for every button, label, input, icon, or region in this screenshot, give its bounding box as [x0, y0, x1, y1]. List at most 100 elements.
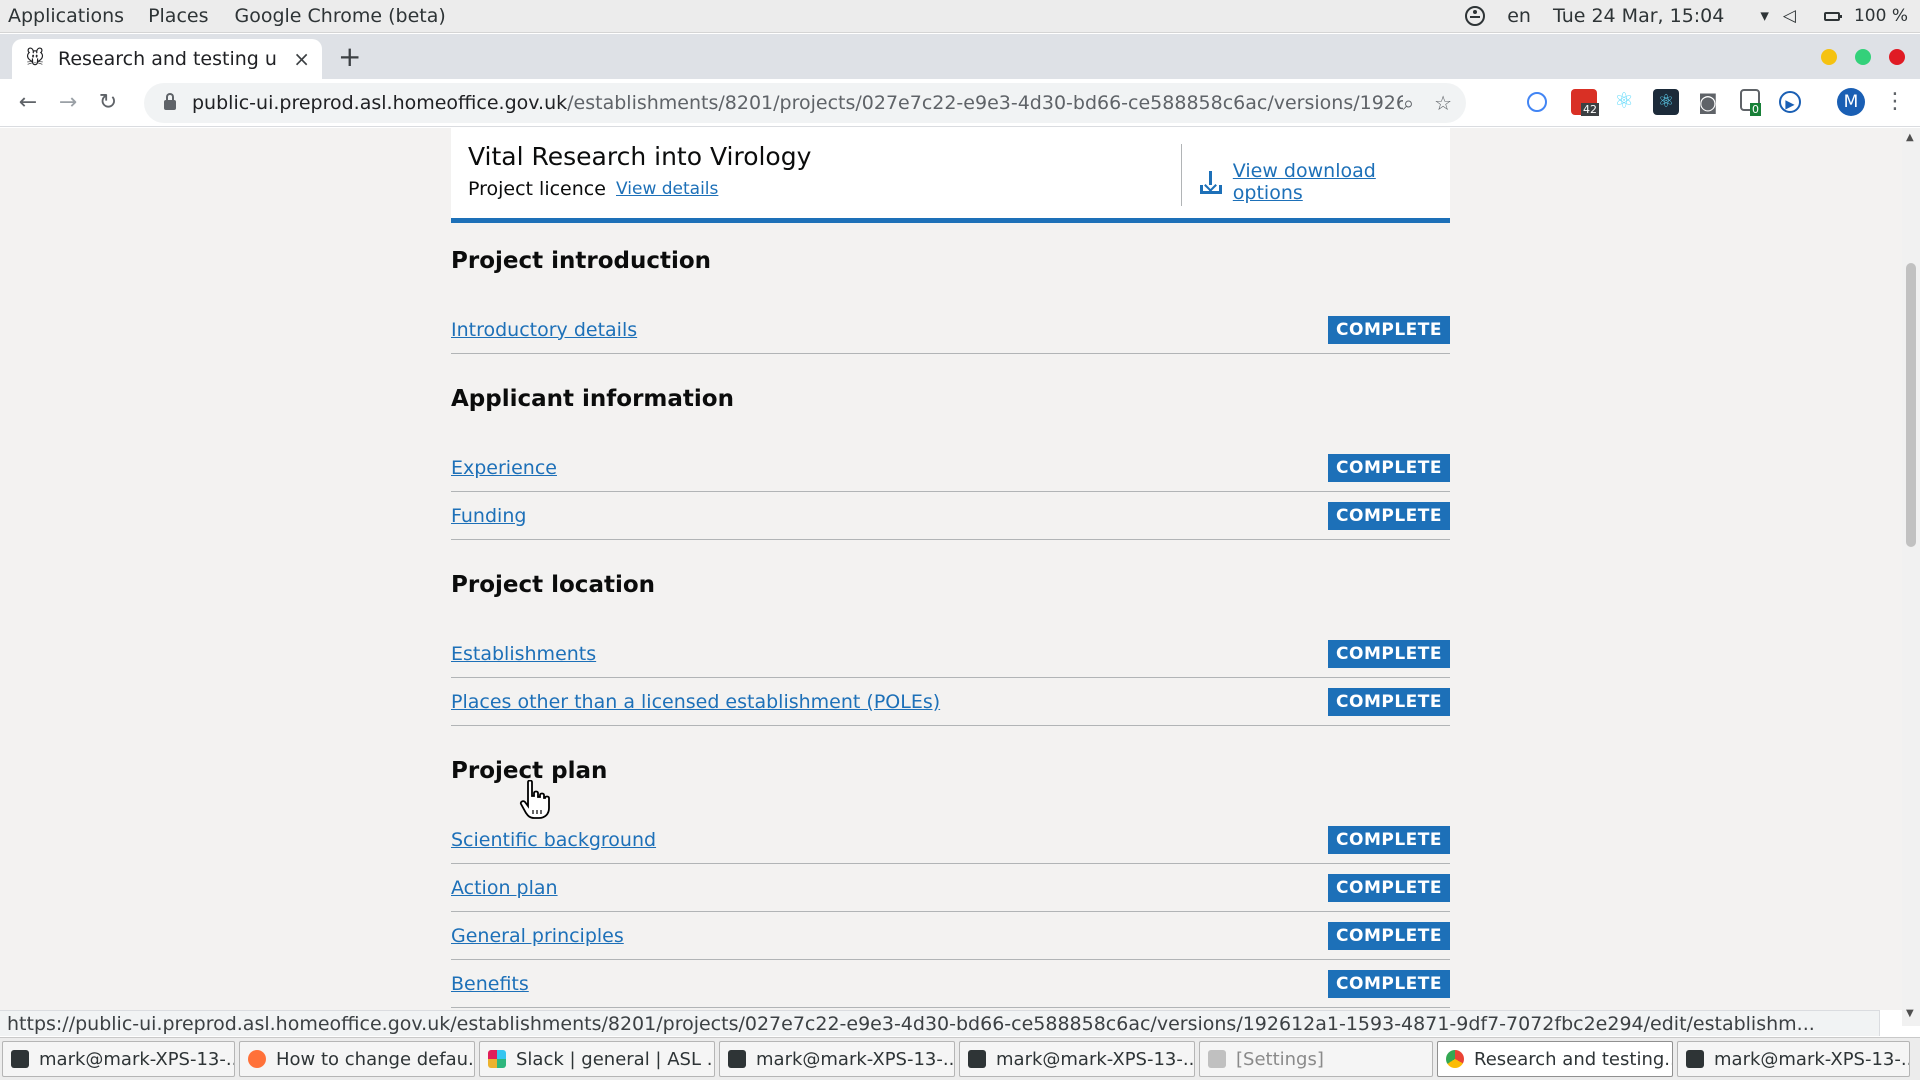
taskbar-item-label: mark@mark-XPS-13-... [756, 1048, 955, 1070]
taskbar-item-label: mark@mark-XPS-13-... [996, 1048, 1195, 1070]
section-title: Applicant information [451, 386, 734, 412]
page-scrollbar[interactable]: ▲ ▼ [1902, 128, 1920, 1026]
wifi-icon: ▾ [1760, 6, 1769, 26]
accessibility-icon[interactable] [1465, 6, 1486, 26]
taskbar-item-label: Research and testing... [1474, 1048, 1673, 1070]
view-download-options-label: View download options [1232, 160, 1376, 204]
list-item: Funding COMPLETE [451, 492, 1450, 540]
taskbar-item-terminal[interactable]: mark@mark-XPS-13-... [1677, 1041, 1910, 1077]
taskbar-item-settings[interactable]: [Settings] [1199, 1041, 1433, 1077]
new-tab-button[interactable]: + [338, 42, 361, 72]
address-bar[interactable]: public-ui.preprod.asl.homeoffice.gov.uk/… [144, 83, 1466, 123]
section-title: Project introduction [451, 248, 712, 274]
taskbar-item-chrome[interactable]: Research and testing... [1437, 1041, 1673, 1077]
url-host: public-ui.preprod.asl.homeoffice.gov.uk [192, 92, 568, 114]
system-status-area[interactable]: ▾ ◁ 100 % [1746, 6, 1908, 26]
hand-pointer-icon [519, 780, 550, 819]
scroll-down-arrow-icon[interactable]: ▼ [1906, 1008, 1914, 1019]
view-download-options-link[interactable]: View download options [1199, 160, 1450, 204]
scroll-up-arrow-icon[interactable]: ▲ [1906, 132, 1914, 143]
section-project-location: Project location Establishments COMPLETE… [451, 564, 1450, 726]
react-devtools-icon[interactable]: ⚛ [1611, 89, 1637, 115]
header-divider [1181, 144, 1182, 206]
bookmark-star-icon[interactable]: ☆ [1434, 91, 1452, 115]
action-plan-link[interactable]: Action plan [451, 877, 558, 899]
minimize-window-button[interactable] [1821, 49, 1837, 65]
status-badge: COMPLETE [1328, 501, 1450, 530]
taskbar-item-slack[interactable]: Slack | general | ASL ... [479, 1041, 715, 1077]
scientific-background-link[interactable]: Scientific background [451, 829, 656, 851]
firefox-icon [248, 1050, 266, 1068]
zoom-icon[interactable]: ⌕ [1403, 91, 1414, 115]
lock-icon[interactable] [164, 93, 176, 110]
terminal-icon [728, 1050, 746, 1068]
taskbar-item-label: Slack | general | ASL ... [516, 1048, 715, 1070]
browser-toolbar: ← → ↻ public-ui.preprod.asl.homeoffice.g… [0, 79, 1920, 127]
tab-favicon-icon: 🐭 [25, 48, 45, 69]
tab-research-and-testing[interactable]: 🐭 Research and testing u × [12, 39, 322, 79]
section-project-plan: Project plan Scientific background COMPL… [451, 750, 1450, 1008]
maximize-window-button[interactable] [1855, 49, 1871, 65]
slack-icon [488, 1050, 506, 1068]
battery-icon [1810, 6, 1842, 26]
clock[interactable]: Tue 24 Mar, 15:04 [1553, 5, 1724, 27]
applications-menu[interactable]: Applications [0, 5, 135, 27]
active-app-menu[interactable]: Google Chrome (beta) [221, 5, 458, 27]
play-extension-icon[interactable]: ▶ [1779, 91, 1801, 113]
list-item: Establishments COMPLETE [451, 630, 1450, 678]
taskbar-item-terminal[interactable]: mark@mark-XPS-13-... [719, 1041, 955, 1077]
taskbar-item-label: mark@mark-XPS-13-... [1714, 1048, 1910, 1070]
section-title: Project plan [451, 758, 608, 784]
forward-button[interactable]: → [48, 90, 88, 115]
section-applicant-information: Applicant information Experience COMPLET… [451, 378, 1450, 540]
keyboard-language-indicator[interactable]: en [1507, 5, 1531, 27]
back-button[interactable]: ← [8, 90, 48, 115]
tab-title: Research and testing u [58, 48, 277, 70]
extension-icon[interactable] [1527, 92, 1547, 112]
react-icon[interactable]: ⚛ [1653, 89, 1679, 115]
reload-button[interactable]: ↻ [88, 90, 128, 115]
download-icon [1199, 170, 1223, 194]
list-item: Action plan COMPLETE [451, 864, 1450, 912]
poles-link[interactable]: Places other than a licensed establishme… [451, 691, 940, 713]
url-path: /establishments/8201/projects/027e7c22-e… [567, 92, 1403, 114]
system-top-bar: Applications Places Google Chrome (beta)… [0, 0, 1920, 33]
terminal-icon [1686, 1050, 1704, 1068]
list-item: Experience COMPLETE [451, 444, 1450, 492]
places-menu[interactable]: Places [135, 5, 221, 27]
taskbar-item-firefox[interactable]: How to change defau... [239, 1041, 475, 1077]
battery-percentage: 100 % [1853, 6, 1908, 26]
status-badge: COMPLETE [1328, 873, 1450, 902]
experience-link[interactable]: Experience [451, 457, 557, 479]
status-badge: COMPLETE [1328, 921, 1450, 950]
profile-avatar[interactable]: M [1837, 88, 1865, 116]
tab-strip: 🐭 Research and testing u × + [0, 34, 1920, 79]
status-badge: COMPLETE [1328, 315, 1450, 344]
project-title: Vital Research into Virology [468, 142, 812, 171]
status-badge: COMPLETE [1328, 639, 1450, 668]
general-principles-link[interactable]: General principles [451, 925, 624, 947]
list-item: Introductory details COMPLETE [451, 306, 1450, 354]
section-project-introduction: Project introduction Introductory detail… [451, 240, 1450, 354]
camera-icon[interactable]: ◙ [1695, 89, 1721, 115]
section-title: Project location [451, 572, 656, 598]
extension-badge-zero: 0 [1750, 103, 1761, 116]
tab-close-icon[interactable]: × [293, 47, 310, 71]
funding-link[interactable]: Funding [451, 505, 526, 527]
introductory-details-link[interactable]: Introductory details [451, 319, 637, 341]
close-window-button[interactable] [1889, 49, 1905, 65]
extension-calendar-icon[interactable]: 42 [1571, 89, 1599, 116]
status-badge: COMPLETE [1328, 825, 1450, 854]
scrollbar-thumb[interactable] [1906, 263, 1916, 547]
status-badge: COMPLETE [1328, 453, 1450, 482]
benefits-link[interactable]: Benefits [451, 973, 529, 995]
view-details-link[interactable]: View details [616, 179, 718, 199]
list-item: General principles COMPLETE [451, 912, 1450, 960]
chrome-menu-icon[interactable]: ⋮ [1884, 89, 1906, 114]
url-text[interactable]: public-ui.preprod.asl.homeoffice.gov.uk/… [192, 92, 1403, 114]
taskbar-item-terminal[interactable]: mark@mark-XPS-13-... [2, 1041, 235, 1077]
list-item: Places other than a licensed establishme… [451, 678, 1450, 726]
taskbar-item-terminal[interactable]: mark@mark-XPS-13-... [959, 1041, 1195, 1077]
establishments-link[interactable]: Establishments [451, 643, 596, 665]
checklist-extension-icon[interactable]: 0 [1740, 89, 1761, 116]
